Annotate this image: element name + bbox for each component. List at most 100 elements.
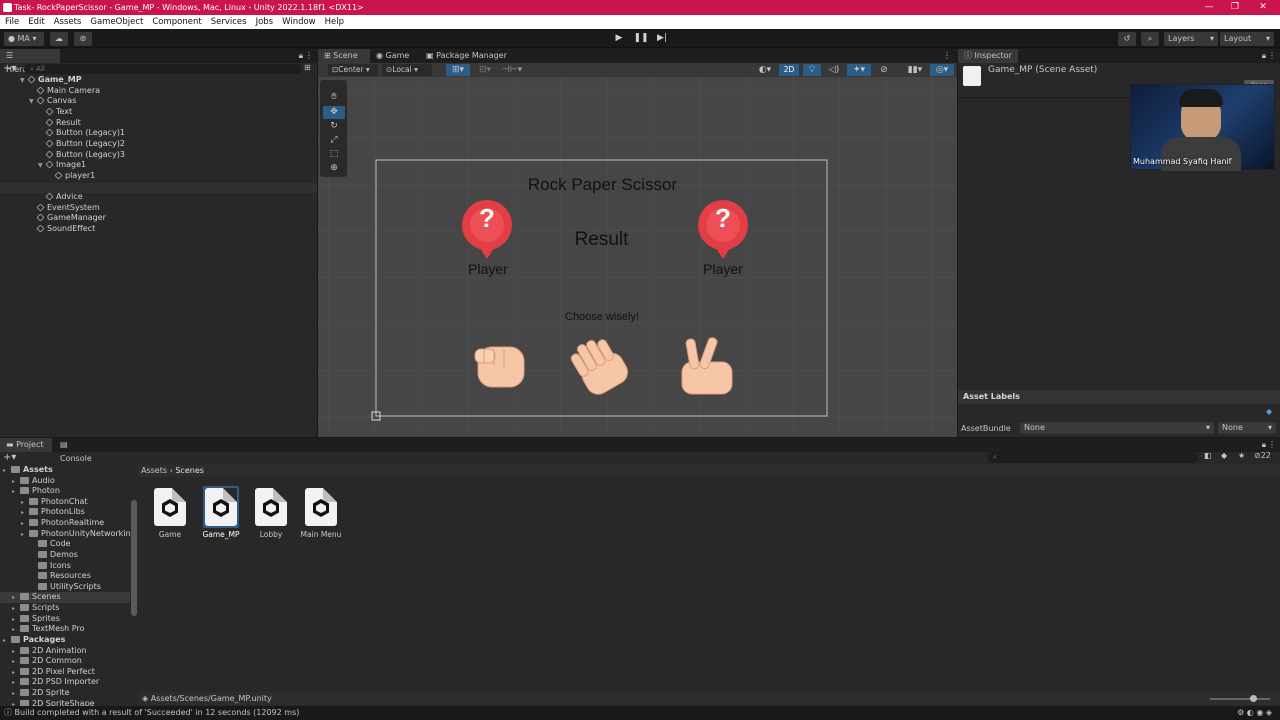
lock-icon[interactable]: 🔒︎ <box>1262 438 1266 452</box>
hierarchy-item[interactable]: ▼ Image1 <box>38 160 86 171</box>
breadcrumb-scenes[interactable]: Scenes <box>175 466 204 475</box>
project-tree-item[interactable]: ▸ Scenes <box>0 592 130 604</box>
transform-tool-icon[interactable]: ⊕ <box>323 162 345 175</box>
project-tree-item[interactable]: ▸ PhotonRealtime <box>0 518 130 529</box>
draw-mode-icon[interactable]: ◐▾ <box>754 64 776 76</box>
project-tree-item[interactable]: ▸ PhotonUnityNetworking <box>0 529 136 540</box>
status-message[interactable]: Build completed with a result of 'Succee… <box>15 708 300 717</box>
expand-arrow-icon[interactable]: ▼ <box>29 97 37 108</box>
project-tree-item[interactable]: ▸ Sprites <box>0 614 130 625</box>
grid-snap-icon[interactable]: ⊞▾ <box>446 64 470 76</box>
project-tree-item[interactable]: ▸ Photon <box>0 486 130 497</box>
breadcrumb-assets[interactable]: Assets <box>141 466 167 475</box>
project-tree-item[interactable]: ▸ 2D Pixel Perfect <box>0 667 130 678</box>
project-tree-item[interactable]: ▸ 2D Sprite <box>0 688 130 699</box>
project-search-input[interactable]: ⌕ <box>988 452 1198 463</box>
icon-size-slider-handle[interactable] <box>1250 695 1257 702</box>
hierarchy-item[interactable]: Advice <box>38 192 83 203</box>
lock-icon[interactable]: 🔒︎ <box>1262 49 1266 63</box>
tab-project[interactable]: ▬ Project <box>0 438 52 452</box>
kebab-menu-icon[interactable]: ⋮ <box>305 49 313 63</box>
search-options-icon[interactable]: ⊞ <box>304 63 311 72</box>
project-tree-item[interactable]: Icons <box>0 561 130 572</box>
tag-icon[interactable]: ◆ <box>1266 407 1272 416</box>
menu-edit[interactable]: Edit <box>23 17 48 27</box>
hierarchy-item[interactable]: Button (Legacy)2 <box>38 139 125 150</box>
activity-icon[interactable]: ◈ <box>1266 708 1272 717</box>
camera-icon[interactable]: ▮▮▾ <box>903 64 927 76</box>
pivot-dropdown[interactable]: ⊡Center ▾ <box>328 64 378 76</box>
menu-assets[interactable]: Assets <box>49 17 86 27</box>
tab-package-manager[interactable]: ▣ Package Manager <box>420 49 520 63</box>
search-icon[interactable]: ⌕ <box>1141 32 1159 46</box>
rock-hand-icon[interactable] <box>474 346 525 388</box>
hierarchy-item[interactable]: Button (Legacy)1 <box>38 128 125 139</box>
scene-file-game[interactable] <box>152 488 188 528</box>
space-dropdown[interactable]: ⊙Local ▾ <box>382 64 432 76</box>
hierarchy-item[interactable]: GameManager <box>29 213 106 224</box>
history-icon[interactable]: ↺ <box>1118 32 1136 46</box>
menu-file[interactable]: File <box>0 17 23 27</box>
hierarchy-item[interactable]: ▼ Canvas <box>29 96 76 107</box>
cloud-icon[interactable]: ☁ <box>50 32 68 46</box>
effects-icon[interactable]: ✦▾ <box>847 64 871 76</box>
project-tree-item[interactable]: ▸ Audio <box>0 476 130 487</box>
project-tree-item[interactable]: ▸ Assets <box>0 465 130 476</box>
tab-console[interactable]: ▤ Console <box>54 438 106 463</box>
2d-toggle[interactable]: 2D <box>779 64 799 76</box>
project-tree-item[interactable]: ▸ 2D Common <box>0 656 130 667</box>
project-tree-scrollbar[interactable] <box>131 500 137 616</box>
audio-icon[interactable]: ◁) <box>825 64 843 76</box>
add-object-button[interactable]: +▾ <box>3 63 21 75</box>
cache-icon[interactable]: ◐ <box>1247 708 1254 717</box>
tab-scene[interactable]: ⊞ Scene <box>318 49 370 63</box>
menu-gameobject[interactable]: GameObject <box>85 17 147 27</box>
project-tree-item[interactable]: Demos <box>0 550 130 561</box>
scene-file-game-mp[interactable] <box>203 488 239 528</box>
project-tree-item[interactable]: UtilityScripts <box>0 582 130 593</box>
close-button[interactable]: ✕ <box>1250 0 1276 15</box>
layout-dropdown[interactable]: Layout ▾ <box>1220 32 1274 46</box>
layers-dropdown[interactable]: Layers ▾ <box>1164 32 1218 46</box>
favorite-star-icon[interactable]: ★ <box>1238 451 1245 460</box>
menu-component[interactable]: Component <box>147 17 205 27</box>
scene-file-main-menu[interactable] <box>303 488 339 528</box>
project-tree-item[interactable]: ▸ PhotonChat <box>0 497 130 508</box>
project-tree-item[interactable]: ▸ Scripts <box>0 603 130 614</box>
rect-tool-icon[interactable]: ⬚ <box>323 148 345 161</box>
menu-services[interactable]: Services <box>206 17 251 27</box>
icon-size-slider[interactable] <box>1210 698 1270 700</box>
hierarchy-item[interactable]: Button (Legacy)3 <box>38 150 125 161</box>
notification-icon[interactable]: ◉ <box>1256 708 1263 717</box>
hidden-packages-icon[interactable]: ⊘22 <box>1254 451 1271 460</box>
scene-file-lobby[interactable] <box>253 488 289 528</box>
project-tree-item[interactable]: Code <box>0 539 130 550</box>
tab-inspector[interactable]: ⓘ Inspector <box>958 49 1018 63</box>
move-tool-icon[interactable]: ✥ <box>323 106 345 119</box>
hidden-objects-icon[interactable]: ⊘ <box>875 64 893 76</box>
account-dropdown[interactable]: ● MA ▾ <box>4 32 44 46</box>
hierarchy-item[interactable]: Result <box>38 118 81 129</box>
project-tree-item[interactable]: ▸ 2D PSD Importer <box>0 677 130 688</box>
maximize-button[interactable]: ❐ <box>1222 0 1248 15</box>
kebab-menu-icon[interactable]: ⋮ <box>1268 49 1276 63</box>
hierarchy-item[interactable]: Main Camera <box>29 86 100 97</box>
tab-hierarchy[interactable]: ☰ Hierarchy <box>0 49 60 74</box>
project-tree-item[interactable]: ▸ PhotonLibs <box>0 507 130 518</box>
hierarchy-item[interactable]: ▼ Game_MP <box>20 75 82 86</box>
menu-jobs[interactable]: Jobs <box>251 17 278 27</box>
menu-window[interactable]: Window <box>277 17 320 27</box>
filter-type-icon[interactable]: ◧ <box>1204 451 1212 460</box>
lighting-icon[interactable]: 💡︎ <box>803 64 821 76</box>
menu-help[interactable]: Help <box>320 17 348 27</box>
hierarchy-item[interactable]: Text <box>38 107 72 118</box>
collab-icon[interactable]: ⊚ <box>74 32 92 46</box>
scale-tool-icon[interactable]: ⤢ <box>323 134 345 147</box>
project-tree-item[interactable]: ▸ 2D Animation <box>0 646 130 657</box>
play-button[interactable]: ▶ <box>609 31 629 46</box>
filter-label-icon[interactable]: ◆ <box>1221 451 1227 460</box>
expand-arrow-icon[interactable]: ▼ <box>38 161 46 172</box>
expand-arrow-icon[interactable]: ▼ <box>20 76 28 87</box>
lock-icon[interactable]: 🔒︎ <box>299 49 303 63</box>
hierarchy-search-input[interactable]: ⌕ All <box>24 64 302 74</box>
